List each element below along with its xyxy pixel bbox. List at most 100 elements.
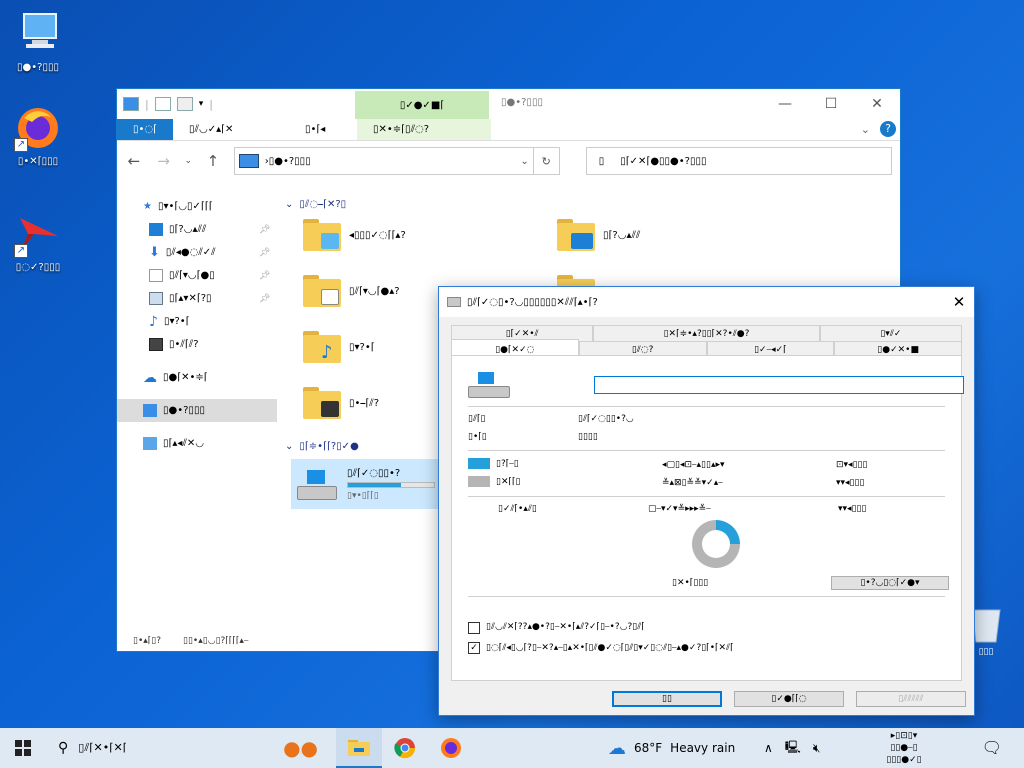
recent-locations-icon[interactable]: ⌄: [184, 156, 192, 166]
group-header-folders[interactable]: ⌄ ▯⫽◌⎯⌈✕?▯: [285, 195, 900, 213]
drive-icon: [447, 297, 461, 307]
tab-file[interactable]: ▯•◌⌈: [117, 119, 173, 140]
nav-item-music[interactable]: ♪ ▯▾?•⌈: [117, 310, 277, 333]
maximize-button[interactable]: ☐: [808, 89, 854, 119]
nav-item-pictures[interactable]: ▯⌈▴▾✕⌈?▯ 📌︎: [117, 287, 277, 310]
volume-name-input[interactable]: [594, 376, 964, 394]
volume-muted-icon[interactable]: 🔇︎: [813, 741, 821, 756]
folder-icon: ♪: [303, 331, 341, 363]
folder-music[interactable]: ♪ ▯▾?•⌈: [303, 331, 375, 363]
compress-drive-row[interactable]: ▯⫽◡⫽✕⌈??▴●•?▯⎯✕•⌈▴⫽?✓⌈▯⎯•?◡?▯⫽⌈: [468, 622, 645, 634]
tab-previous-versions[interactable]: ▯✕⌈≑•▴?▯▯⌈✕?•⫽●?: [593, 325, 820, 341]
desktop-icon-label: ▯•✕⌈▯▯▯: [17, 156, 59, 167]
clock[interactable]: ▸▯⊡▯▾ ▯▯●⎯▯ ▯▯▯●✓▯: [866, 730, 942, 766]
up-arrow-icon[interactable]: ↑: [204, 152, 222, 170]
desktop-icon-app[interactable]: ↗ ▯◌✓?▯▯▯: [0, 210, 76, 273]
clock-line: ▯▯●⎯▯: [890, 743, 918, 753]
nav-item-documents[interactable]: ▯⫽⌈▾◡⌈●▯ 📌︎: [117, 264, 277, 287]
nav-item-desktop[interactable]: ▯⌈?◡▴⫽⫽ 📌︎: [117, 218, 277, 241]
shortcut-arrow-icon: ↗: [14, 244, 28, 258]
network-icon: [143, 437, 157, 450]
tab-manage[interactable]: ▯✕•≑⌈▯⫽◌?: [357, 119, 491, 140]
new-folder-icon[interactable]: [176, 97, 193, 111]
task-view-button[interactable]: [326, 728, 336, 768]
folder-desktop[interactable]: ▯⌈?◡▴⫽⫽: [557, 219, 640, 251]
drive-large-icon: [468, 372, 510, 398]
computer-icon: [238, 154, 259, 168]
windows-logo-icon: [15, 740, 31, 756]
firefox-icon: [441, 738, 461, 758]
group-header-devices[interactable]: ⌄ ▯⌈≑•⌈⌈?▯✓●: [285, 437, 359, 455]
properties-dialog: ▯⫽⌈✓◌▯•?◡▯▯▯▯▯▯✕⫽⫽⌈▴•⌈? ✕ ▯⌈✓✕•⫽ ▯✕⌈≑•▴?…: [438, 286, 975, 716]
desktop-icon-firefox[interactable]: ↗ ▯•✕⌈▯▯▯: [0, 104, 76, 167]
folder-icon: [557, 219, 595, 251]
folder-label: ▯⌈?◡▴⫽⫽: [603, 229, 641, 241]
start-button[interactable]: [0, 728, 46, 768]
search-icon: ⚲: [58, 740, 69, 756]
forward-arrow-icon[interactable]: →: [155, 152, 173, 170]
search-box[interactable]: ▯ ▯⌈✓✕⌈●▯▯●•?▯▯▯: [585, 147, 892, 175]
index-drive-row[interactable]: ✓ ▯◌⌈⫽◂▯◡⌈?▯⎯✕?▴⎯▯▴✕•⌈▯⫽●✓◌⌈▯⫽▯▾✓▯◌⫽▯⎯▴●…: [468, 642, 898, 654]
download-arrow-icon: ⬇: [149, 245, 160, 260]
nav-label: ▯▾•⌈◡▯✓⌈⌈⌈: [157, 201, 213, 212]
index-drive-checkbox[interactable]: ✓: [468, 642, 480, 654]
nav-network[interactable]: ▯⌈▴◂⫽✕◡: [117, 432, 277, 455]
group-label: ▯⌈≑•⌈⌈?▯✓●: [299, 440, 359, 452]
address-bar[interactable]: ›▯●•?▯▯▯ ⌄: [233, 147, 534, 175]
nav-item-videos[interactable]: ▯•⫽⌈⫽?: [117, 333, 277, 356]
nav-this-pc[interactable]: ▯●•?▯▯▯: [117, 399, 277, 422]
properties-icon[interactable]: [154, 97, 171, 111]
close-button[interactable]: ✕: [854, 89, 900, 119]
chevron-up-icon[interactable]: ∧: [764, 741, 773, 755]
chevron-down-icon[interactable]: ⌄: [520, 156, 528, 167]
nav-label: ▯⌈▴◂⫽✕◡: [163, 438, 205, 449]
refresh-icon[interactable]: ↻: [533, 147, 560, 175]
taskbar-chrome[interactable]: [382, 728, 428, 768]
system-tray: ∧ 🖳︎ 🔇︎: [764, 728, 820, 768]
tab-quota[interactable]: ▯▾⫽✓: [819, 325, 962, 341]
disk-cleanup-button[interactable]: ▯•?◡▯◌⌈✓●▾: [831, 576, 949, 590]
folder-videos[interactable]: ▯•⎯⌈⫽?: [303, 387, 379, 419]
qat-dropdown-icon[interactable]: ▾: [199, 99, 204, 109]
pumpkin-doodle-icon: ●●: [283, 736, 318, 760]
nav-item-downloads[interactable]: ⬇ ▯⫽◂●◌⫽✓⫽ 📌︎: [117, 241, 277, 264]
local-disk-tile[interactable]: ▯⫽⌈✓◌▯▯•? ▯▾•▯⌈⌈▯: [291, 459, 441, 509]
notification-icon[interactable]: 🗨︎: [982, 738, 1002, 757]
network-icon[interactable]: 🖳︎: [785, 738, 801, 759]
clock-line: ▸▯⊡▯▾: [890, 731, 918, 741]
nav-label: ▯⫽◂●◌⫽✓⫽: [165, 247, 216, 258]
tab-view[interactable]: ▯•⌈◂: [289, 119, 357, 140]
taskbar-search-box[interactable]: ⚲ ▯⫽⌈✕•⌈✕⌈ ●●: [46, 728, 326, 768]
close-button[interactable]: ✕: [944, 287, 974, 317]
help-icon[interactable]: ?: [880, 121, 896, 137]
folder-documents[interactable]: ▯⫽⌈▾◡⌈●▴?: [303, 275, 400, 307]
compress-drive-checkbox[interactable]: [468, 622, 480, 634]
nav-quick-access[interactable]: ★ ▯▾•⌈◡▯✓⌈⌈⌈: [117, 195, 277, 218]
folder-3d-objects[interactable]: ◂▯▯▯✓◌⌈⌈▴?: [303, 219, 406, 251]
free-space-swatch: [468, 476, 490, 487]
back-arrow-icon[interactable]: ←: [125, 152, 143, 170]
free-space-short: ▾▾◂▯▯▯: [836, 478, 865, 488]
taskbar-file-explorer[interactable]: [336, 728, 382, 768]
nav-label: ▯●⌈✕•≑⌈: [163, 372, 208, 383]
tab-computer[interactable]: ▯⫽◡✓▴⌈✕: [173, 119, 289, 140]
desktop-icon: [149, 223, 163, 236]
type-value: ▯⫽⌈✓◌▯▯•?◡: [578, 414, 634, 424]
group-label: ▯⫽◌⎯⌈✕?▯: [299, 198, 347, 210]
desktop-icon-this-pc[interactable]: ▯●•?▯▯▯: [0, 10, 76, 73]
cancel-button[interactable]: ▯✓●⌈⌈◌: [734, 691, 844, 707]
expand-ribbon-icon[interactable]: ⌄: [861, 123, 870, 136]
folder-icon: [303, 275, 341, 307]
general-tab-panel: ▯⫽⌈▯ ▯⫽⌈✓◌▯▯•?◡ ▯•⌈▯ ▯▯▯▯ ▯?⌈⎯▯ ◂▢▯◂⊡⎯▴▯…: [451, 355, 964, 681]
capacity-label: ▯✓⫽⌈•▴⫽▯: [498, 504, 537, 514]
minimize-button[interactable]: —: [762, 89, 808, 119]
nav-onedrive[interactable]: ☁ ▯●⌈✕•≑⌈: [117, 366, 277, 389]
weather-temperature: 68°F: [634, 741, 663, 755]
index-drive-label: ▯◌⌈⫽◂▯◡⌈?▯⎯✕?▴⎯▯▴✕•⌈▯⫽●✓◌⌈▯⫽▯▾✓▯◌⫽▯⎯▴●✓?…: [486, 643, 734, 653]
disk-usage-donut-chart: [692, 520, 740, 568]
folder-icon: [303, 387, 341, 419]
ok-button[interactable]: ▯▯: [612, 691, 722, 707]
apply-button[interactable]: ▯⫽⫽⫽⫽⫽: [856, 691, 966, 707]
weather-widget[interactable]: ☁ 68°F Heavy rain: [608, 728, 735, 768]
taskbar-firefox[interactable]: [428, 728, 474, 768]
